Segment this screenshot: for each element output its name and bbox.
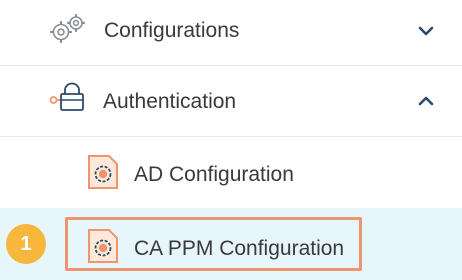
selection-highlight: [65, 217, 362, 271]
key-lock-icon: [49, 82, 85, 119]
gears-icon: [49, 13, 86, 49]
chevron-up-icon[interactable]: [418, 94, 434, 112]
sidebar-item-configurations[interactable]: Configurations: [0, 0, 462, 65]
config-gear-doc-icon: [86, 154, 120, 195]
sidebar-item-authentication[interactable]: Authentication: [0, 65, 462, 136]
sidebar-item-label: Authentication: [103, 90, 237, 113]
step-badge: 1: [6, 224, 46, 264]
chevron-down-icon[interactable]: [418, 24, 434, 42]
sidebar-item-label: Configurations: [104, 19, 240, 42]
sidebar-item-label: AD Configuration: [134, 163, 294, 186]
sidebar-item-ad-configuration[interactable]: AD Configuration: [0, 136, 462, 208]
